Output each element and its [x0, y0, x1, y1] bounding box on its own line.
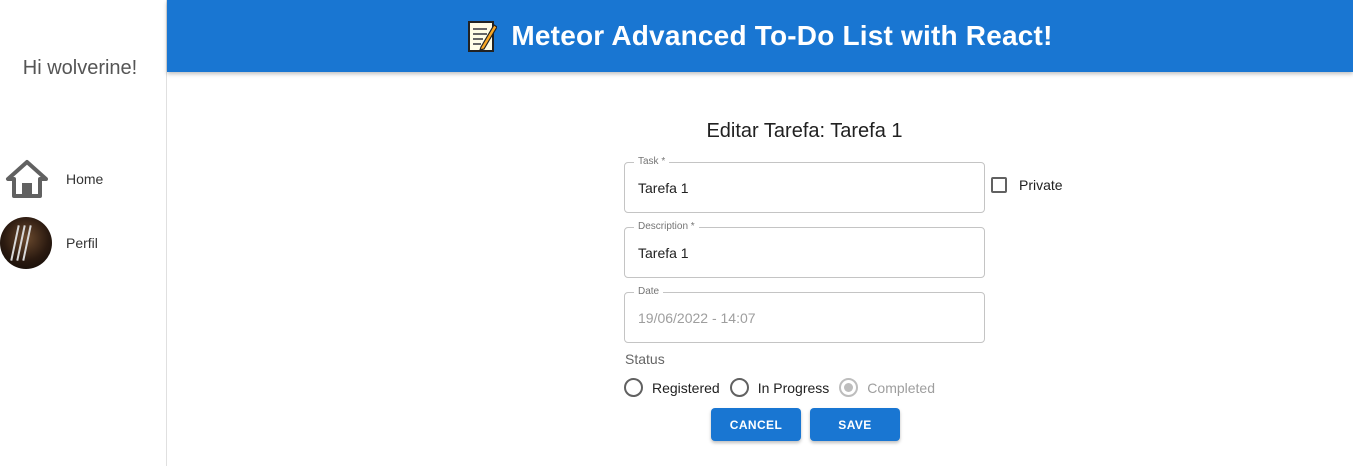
app-title-text: Meteor Advanced To-Do List with React! [511, 20, 1053, 51]
private-checkbox[interactable]: Private [991, 177, 1063, 193]
radio-button[interactable] [729, 378, 749, 397]
private-label: Private [1019, 177, 1063, 193]
app-header: Meteor Advanced To-Do List with React! [167, 0, 1353, 72]
date-input[interactable] [638, 293, 974, 342]
save-button[interactable]: SAVE [810, 408, 900, 441]
description-field: Description * [624, 220, 985, 278]
date-field: Date [624, 285, 985, 343]
radio-button[interactable] [624, 378, 643, 397]
description-input[interactable] [638, 228, 974, 277]
home-icon [0, 152, 54, 206]
cancel-button[interactable]: CANCEL [711, 408, 801, 441]
page-title: Editar Tarefa: Tarefa 1 [706, 120, 903, 142]
radio-in-progress[interactable]: In Progress [729, 378, 830, 397]
radio-label: Registered [652, 379, 720, 396]
avatar [0, 217, 52, 269]
sidebar-item-label: Home [66, 171, 104, 187]
greeting: Hi wolverine! [22, 57, 138, 79]
radio-label: In Progress [757, 379, 830, 396]
sidebar-item-perfil[interactable]: Perfil [0, 216, 166, 270]
radio-label: Completed [867, 379, 935, 396]
status-label: Status [625, 351, 665, 367]
sidebar-item-home[interactable]: Home [0, 152, 166, 206]
checkbox-box[interactable] [991, 177, 1007, 193]
app-title: Meteor Advanced To-Do List with React! [467, 19, 1052, 53]
radio-completed: Completed [839, 378, 935, 397]
memo-icon [467, 19, 499, 53]
sidebar-item-label: Perfil [66, 235, 98, 251]
status-radio-group: Registered In Progress Completed [624, 378, 945, 397]
task-field: Task * [624, 155, 985, 213]
task-input[interactable] [638, 163, 974, 212]
radio-button [839, 378, 859, 397]
radio-registered[interactable]: Registered [624, 378, 720, 397]
sidebar: Hi wolverine! Home Perfil [0, 0, 167, 466]
